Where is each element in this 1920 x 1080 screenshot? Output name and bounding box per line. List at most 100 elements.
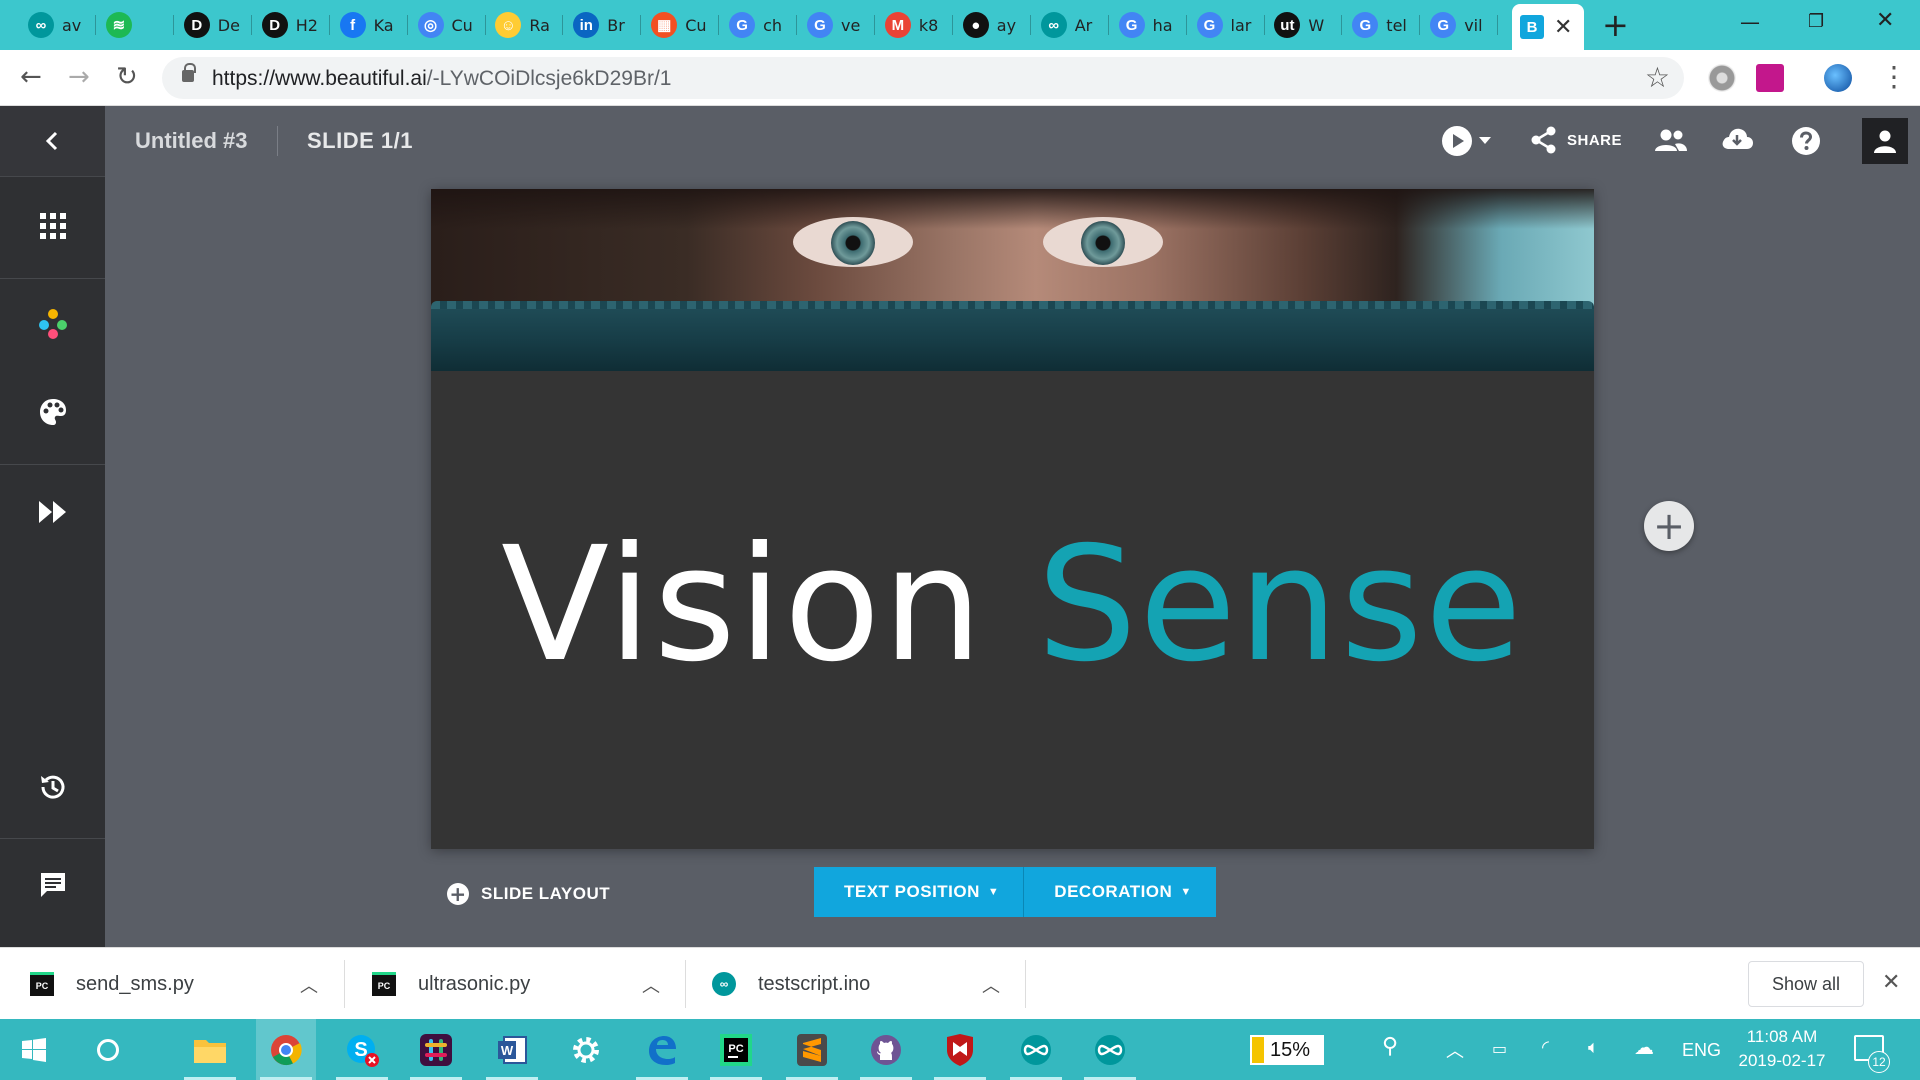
close-tab-icon[interactable]: ✕ [1554, 14, 1572, 40]
cortana-search-button[interactable] [78, 1019, 138, 1080]
profile-avatar[interactable] [1824, 64, 1852, 92]
browser-tab[interactable]: ∞ Ar [1031, 6, 1109, 44]
system-clock[interactable]: 11:08 AM 2019-02-17 [1734, 1025, 1830, 1073]
browser-tab[interactable]: ◎ Cu [408, 6, 486, 44]
reload-button[interactable]: ↻ [116, 62, 138, 92]
minimize-button[interactable]: — [1740, 10, 1760, 34]
active-tab[interactable]: B ✕ [1512, 4, 1584, 50]
close-shelf-icon[interactable]: ✕ [1882, 970, 1900, 995]
battery-meter[interactable]: 15% [1250, 1035, 1324, 1065]
sidebar-item-theme[interactable] [0, 368, 105, 456]
extension-rp-icon[interactable] [1756, 64, 1784, 92]
taskbar-chrome[interactable] [256, 1019, 316, 1080]
browser-tab[interactable]: ≋ [96, 6, 174, 44]
browser-tab[interactable]: ● ay [953, 6, 1031, 44]
taskbar-skype[interactable]: S [332, 1019, 392, 1080]
browser-tab[interactable]: Gch [719, 6, 798, 44]
language-indicator[interactable]: ENG [1682, 1040, 1721, 1061]
browser-tab[interactable]: ut W [1264, 6, 1343, 44]
download-options-chevron-icon[interactable]: ︿ [642, 972, 660, 998]
browser-tab[interactable]: Gtel [1342, 6, 1421, 44]
tab-title: Cu [451, 15, 473, 35]
sidebar-item-add-ons[interactable] [0, 278, 105, 368]
collaborators-button[interactable] [1655, 128, 1687, 152]
share-button[interactable]: SHARE [1531, 126, 1622, 154]
github-icon [871, 1034, 901, 1065]
download-item[interactable]: PC send_sms.py [30, 948, 194, 1020]
browser-tab[interactable]: ☺ Ra [485, 6, 564, 44]
browser-menu-icon[interactable]: ⋮ [1880, 60, 1908, 93]
sidebar-item-presenter[interactable] [0, 464, 105, 560]
browser-tab[interactable]: Glar [1187, 6, 1265, 44]
onedrive-cloud-icon[interactable]: ☁ [1634, 1035, 1654, 1059]
presentation-title[interactable]: Untitled #3 [135, 128, 247, 154]
browser-tab[interactable]: ∞ av [18, 6, 96, 44]
sidebar-item-comments[interactable] [0, 840, 105, 930]
download-item[interactable]: PC ultrasonic.py [372, 948, 530, 1020]
help-button[interactable] [1791, 126, 1821, 156]
url-input[interactable]: https://www.beautiful.ai/-LYwCOiDlcsje6k… [162, 57, 1684, 99]
slide-options-toolbar: TEXT POSITION ▼ DECORATION ▼ [814, 867, 1216, 917]
browser-tab[interactable]: ▦ Cu [641, 6, 720, 44]
chrome-icon [271, 1034, 302, 1065]
taskbar-settings[interactable] [556, 1019, 616, 1080]
text-position-dropdown[interactable]: TEXT POSITION ▼ [814, 867, 1024, 917]
back-to-library-button[interactable] [0, 106, 105, 176]
browser-tab[interactable]: in Br [563, 6, 642, 44]
browser-tab[interactable]: D De [174, 6, 252, 44]
taskbar-slack[interactable] [406, 1019, 466, 1080]
close-window-button[interactable]: ✕ [1876, 8, 1894, 33]
bookmark-star-icon[interactable]: ☆ [1645, 61, 1670, 94]
chevron-down-icon [1479, 137, 1491, 144]
hero-image[interactable] [431, 189, 1594, 371]
google-icon: G [1352, 12, 1379, 38]
people-icon[interactable]: ⚲ [1382, 1034, 1398, 1059]
browser-tab[interactable]: f Ka [330, 6, 408, 44]
start-button[interactable] [4, 1019, 64, 1080]
taskbar-pycharm[interactable]: PC [706, 1019, 766, 1080]
notification-count-badge: 12 [1868, 1051, 1890, 1073]
add-slide-button[interactable]: + [1644, 501, 1694, 551]
extension-icon[interactable] [1708, 64, 1736, 92]
taskbar-word[interactable]: W [482, 1019, 542, 1080]
slide-canvas[interactable]: Vision Sense [431, 189, 1594, 849]
show-hidden-icons-chevron-icon[interactable]: ︿ [1446, 1037, 1464, 1063]
taskbar-sublime-text[interactable] [782, 1019, 842, 1080]
taskbar-mcafee[interactable] [930, 1019, 990, 1080]
hero-image-right-eye [1043, 217, 1163, 267]
taskbar-github-desktop[interactable] [856, 1019, 916, 1080]
play-button[interactable] [1441, 125, 1491, 157]
hero-image-hair-shade [431, 189, 1594, 229]
back-button[interactable]: ← [20, 62, 42, 92]
browser-tab[interactable]: Mk8 [875, 6, 953, 44]
caret-down-icon: ▼ [1180, 886, 1192, 898]
slide-layout-button[interactable]: + SLIDE LAYOUT [447, 883, 610, 905]
volume-icon[interactable]: 🔈︎ [1588, 1037, 1599, 1058]
sidebar-item-history[interactable] [0, 742, 105, 832]
browser-tab[interactable]: Gve [797, 6, 875, 44]
browser-tab[interactable]: Gvil [1420, 6, 1499, 44]
help-icon [1792, 127, 1820, 155]
restore-button[interactable]: ❐ [1808, 11, 1824, 32]
taskbar-edge[interactable] [632, 1019, 692, 1080]
slide-title[interactable]: Vision Sense [431, 526, 1594, 684]
taskbar-arduino-2[interactable] [1080, 1019, 1140, 1080]
download-divider [344, 960, 345, 1008]
new-tab-button[interactable]: + [1602, 8, 1629, 42]
taskbar-file-explorer[interactable] [180, 1019, 240, 1080]
download-button[interactable] [1721, 127, 1753, 151]
account-button[interactable] [1862, 118, 1908, 164]
arduino-icon: ∞ [712, 972, 736, 996]
download-item[interactable]: ∞ testscript.ino [712, 948, 870, 1020]
battery-charging-icon[interactable]: ▭ [1492, 1039, 1507, 1058]
decoration-dropdown[interactable]: DECORATION ▼ [1023, 867, 1216, 917]
show-all-downloads-button[interactable]: Show all [1748, 961, 1864, 1007]
taskbar-arduino-1[interactable] [1006, 1019, 1066, 1080]
browser-tab[interactable]: Gha [1109, 6, 1187, 44]
download-options-chevron-icon[interactable]: ︿ [300, 972, 318, 998]
download-options-chevron-icon[interactable]: ︿ [982, 972, 1000, 998]
sidebar-item-slides-grid[interactable] [0, 176, 105, 276]
wifi-icon[interactable]: ◜ [1542, 1037, 1549, 1058]
browser-tab[interactable]: D H2 [252, 6, 330, 44]
forward-button[interactable]: → [68, 62, 90, 92]
